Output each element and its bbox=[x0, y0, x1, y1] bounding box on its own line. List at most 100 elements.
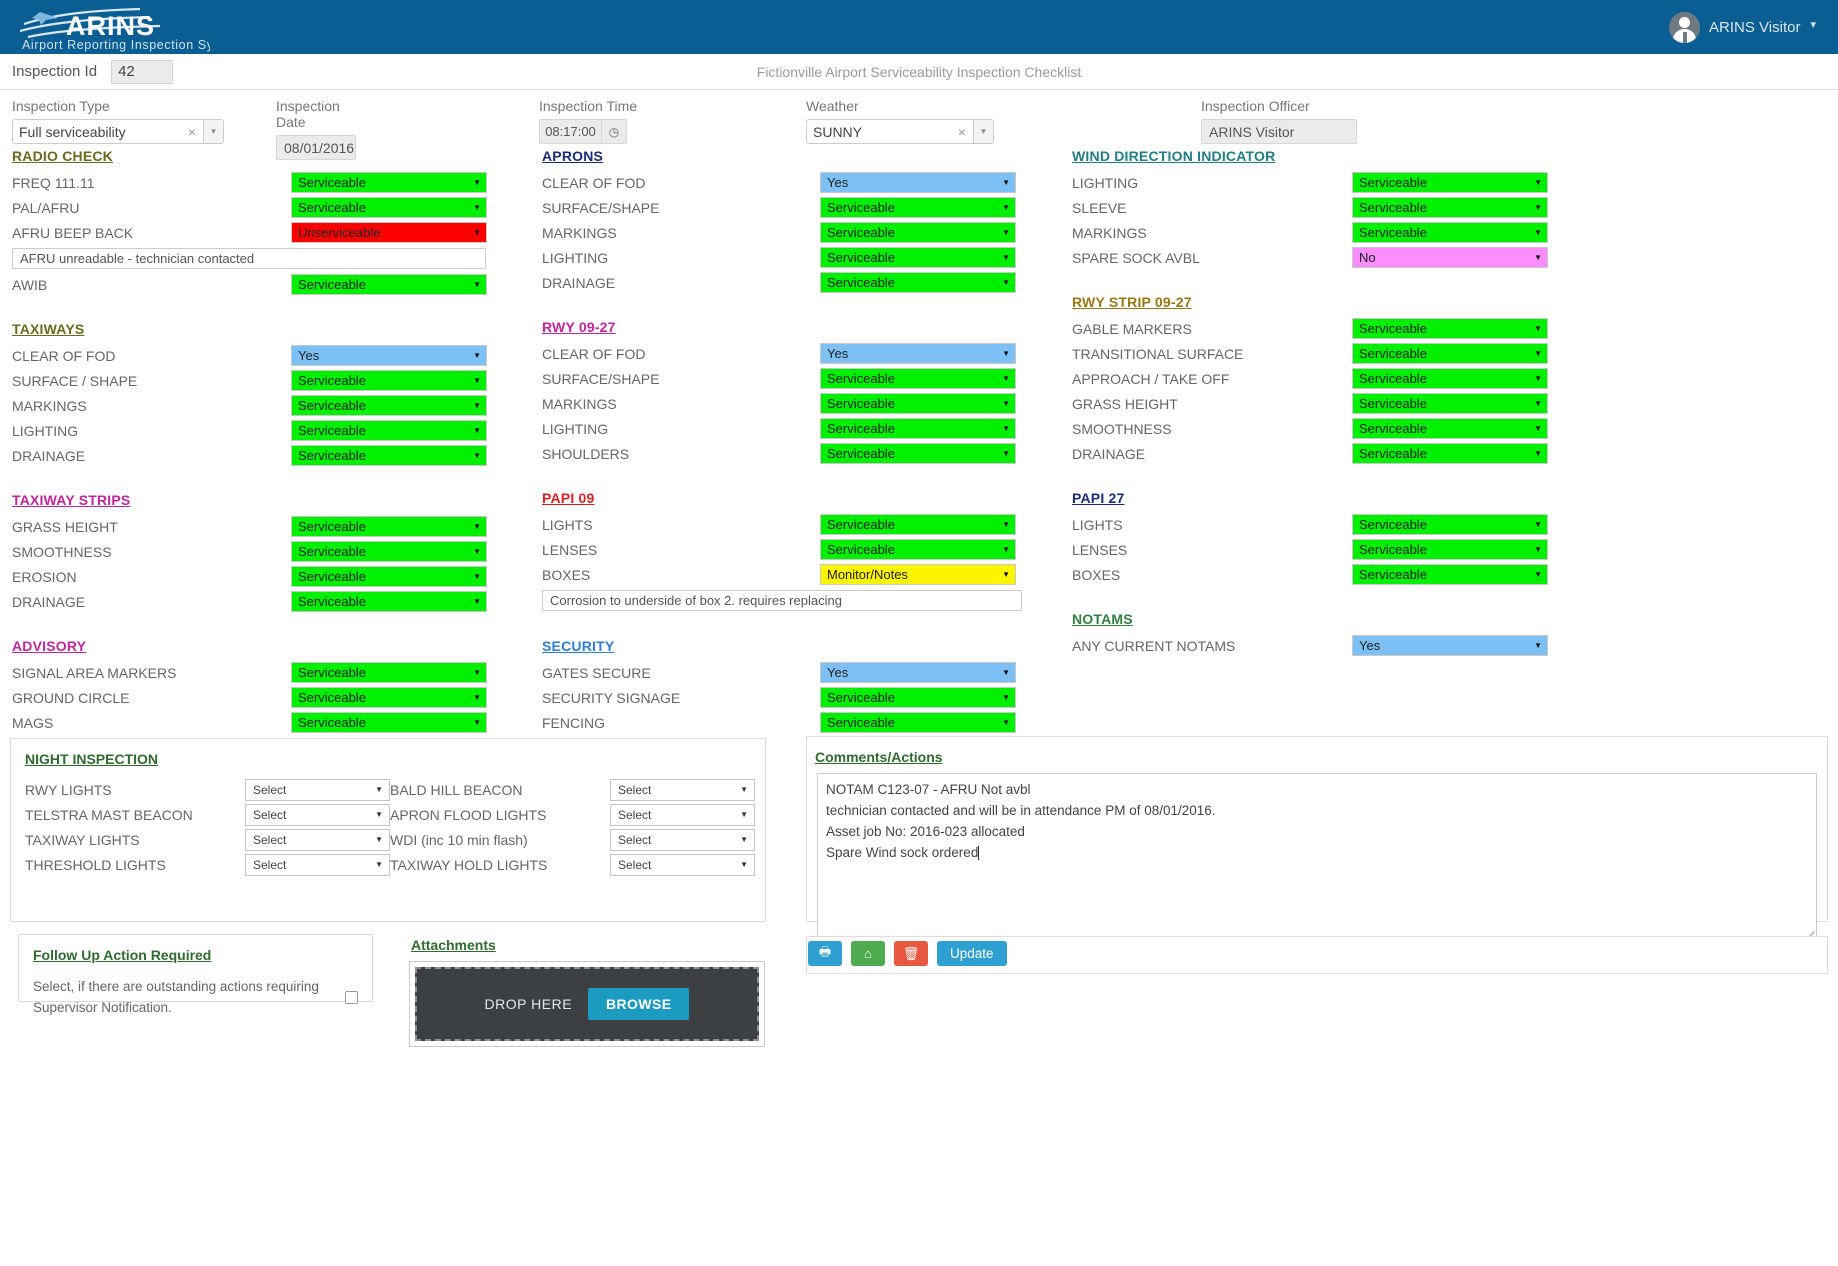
status-select[interactable]: Yes▼ bbox=[820, 662, 1016, 683]
chevron-down-icon[interactable]: ▼ bbox=[1002, 545, 1010, 554]
chevron-down-icon[interactable]: ▼ bbox=[473, 203, 481, 212]
chevron-down-icon[interactable]: ▼ bbox=[1534, 520, 1542, 529]
status-select[interactable]: Serviceable▼ bbox=[820, 222, 1016, 243]
status-select[interactable]: Serviceable▼ bbox=[291, 445, 487, 466]
status-select[interactable]: Unserviceable▼ bbox=[291, 222, 487, 243]
status-select[interactable]: Serviceable▼ bbox=[820, 368, 1016, 389]
night-inspection-select[interactable]: Select▼ bbox=[610, 804, 755, 826]
status-select[interactable]: Serviceable▼ bbox=[1352, 318, 1548, 339]
chevron-down-icon[interactable]: ▼ bbox=[473, 228, 481, 237]
clear-icon[interactable]: × bbox=[181, 124, 203, 140]
status-select[interactable]: Serviceable▼ bbox=[291, 591, 487, 612]
chevron-down-icon[interactable]: ▼ bbox=[1002, 399, 1010, 408]
follow-up-checkbox[interactable] bbox=[345, 991, 358, 1004]
status-select[interactable]: Serviceable▼ bbox=[1352, 393, 1548, 414]
section-note-input[interactable]: Corrosion to underside of box 2. require… bbox=[542, 590, 1022, 611]
status-select[interactable]: Serviceable▼ bbox=[291, 516, 487, 537]
status-select[interactable]: Serviceable▼ bbox=[291, 687, 487, 708]
delete-button[interactable]: 🗑 bbox=[894, 941, 928, 966]
night-inspection-select[interactable]: Select▼ bbox=[245, 829, 390, 851]
chevron-down-icon[interactable]: ▼ bbox=[1002, 520, 1010, 529]
chevron-down-icon[interactable]: ▼ bbox=[1534, 449, 1542, 458]
chevron-down-icon[interactable]: ▼ bbox=[1002, 668, 1010, 677]
chevron-down-icon[interactable]: ▼ bbox=[473, 597, 481, 606]
night-inspection-select[interactable]: Select▼ bbox=[245, 779, 390, 801]
status-select[interactable]: Yes▼ bbox=[1352, 635, 1548, 656]
comments-textarea[interactable]: NOTAM C123-07 - AFRU Not avbltechnician … bbox=[817, 773, 1817, 945]
chevron-down-icon[interactable]: ▼ bbox=[1002, 253, 1010, 262]
chevron-down-icon[interactable]: ▼ bbox=[1534, 203, 1542, 212]
status-select[interactable]: Serviceable▼ bbox=[820, 514, 1016, 535]
chevron-down-icon[interactable]: ▼ bbox=[473, 401, 481, 410]
user-menu[interactable]: ARINS Visitor ▾ bbox=[1669, 12, 1838, 43]
chevron-down-icon[interactable]: ▼ bbox=[1534, 399, 1542, 408]
clear-icon[interactable]: × bbox=[951, 124, 973, 140]
status-select[interactable]: Serviceable▼ bbox=[820, 418, 1016, 439]
status-select[interactable]: Serviceable▼ bbox=[1352, 514, 1548, 535]
chevron-down-icon[interactable]: ▼ bbox=[473, 280, 481, 289]
chevron-down-icon[interactable]: ▼ bbox=[473, 572, 481, 581]
chevron-down-icon[interactable]: ▼ bbox=[1002, 718, 1010, 727]
chevron-down-icon[interactable]: ▼ bbox=[473, 718, 481, 727]
chevron-down-icon[interactable]: ▾ bbox=[973, 120, 993, 143]
chevron-down-icon[interactable]: ▼ bbox=[375, 835, 383, 844]
status-select[interactable]: Serviceable▼ bbox=[1352, 564, 1548, 585]
status-select[interactable]: Serviceable▼ bbox=[291, 172, 487, 193]
chevron-down-icon[interactable]: ▼ bbox=[740, 785, 748, 794]
status-select[interactable]: Serviceable▼ bbox=[820, 197, 1016, 218]
night-inspection-select[interactable]: Select▼ bbox=[245, 804, 390, 826]
chevron-down-icon[interactable]: ▼ bbox=[1534, 374, 1542, 383]
status-select[interactable]: Serviceable▼ bbox=[291, 274, 487, 295]
chevron-down-icon[interactable]: ▼ bbox=[473, 668, 481, 677]
clock-icon[interactable]: ◷ bbox=[601, 119, 627, 144]
chevron-down-icon[interactable]: ▼ bbox=[1534, 253, 1542, 262]
night-inspection-select[interactable]: Select▼ bbox=[610, 829, 755, 851]
chevron-down-icon[interactable]: ▼ bbox=[1534, 570, 1542, 579]
chevron-down-icon[interactable]: ▼ bbox=[1002, 228, 1010, 237]
chevron-down-icon[interactable]: ▼ bbox=[1534, 349, 1542, 358]
status-select[interactable]: Serviceable▼ bbox=[820, 687, 1016, 708]
night-inspection-select[interactable]: Select▼ bbox=[610, 854, 755, 876]
status-select[interactable]: Monitor/Notes▼ bbox=[820, 564, 1016, 585]
status-select[interactable]: Serviceable▼ bbox=[1352, 418, 1548, 439]
status-select[interactable]: No▼ bbox=[1352, 247, 1548, 268]
chevron-down-icon[interactable]: ▼ bbox=[1002, 349, 1010, 358]
inspection-time-input[interactable]: 08:17:00 bbox=[539, 119, 601, 144]
status-select[interactable]: Serviceable▼ bbox=[820, 539, 1016, 560]
browse-button[interactable]: BROWSE bbox=[588, 988, 689, 1020]
chevron-down-icon[interactable]: ▼ bbox=[740, 835, 748, 844]
update-button[interactable]: Update bbox=[937, 941, 1007, 966]
chevron-down-icon[interactable]: ▼ bbox=[740, 810, 748, 819]
chevron-down-icon[interactable]: ▼ bbox=[375, 810, 383, 819]
status-select[interactable]: Yes▼ bbox=[291, 345, 487, 366]
status-select[interactable]: Serviceable▼ bbox=[291, 541, 487, 562]
status-select[interactable]: Serviceable▼ bbox=[1352, 197, 1548, 218]
status-select[interactable]: Serviceable▼ bbox=[820, 393, 1016, 414]
status-select[interactable]: Serviceable▼ bbox=[820, 712, 1016, 733]
status-select[interactable]: Serviceable▼ bbox=[820, 272, 1016, 293]
app-logo[interactable]: ARINS Airport Reporting Inspection Syste… bbox=[0, 0, 210, 54]
chevron-down-icon[interactable]: ▼ bbox=[1534, 545, 1542, 554]
chevron-down-icon[interactable]: ▼ bbox=[1534, 424, 1542, 433]
chevron-down-icon[interactable]: ▼ bbox=[1002, 424, 1010, 433]
night-inspection-select[interactable]: Select▼ bbox=[610, 779, 755, 801]
status-select[interactable]: Serviceable▼ bbox=[291, 420, 487, 441]
chevron-down-icon[interactable]: ▼ bbox=[1534, 324, 1542, 333]
chevron-down-icon[interactable]: ▼ bbox=[1002, 449, 1010, 458]
night-inspection-select[interactable]: Select▼ bbox=[245, 854, 390, 876]
status-select[interactable]: Yes▼ bbox=[820, 343, 1016, 364]
status-select[interactable]: Serviceable▼ bbox=[291, 566, 487, 587]
chevron-down-icon[interactable]: ▼ bbox=[473, 376, 481, 385]
chevron-down-icon[interactable]: ▼ bbox=[1002, 374, 1010, 383]
inspection-type-select[interactable]: Full serviceability × ▾ bbox=[12, 119, 224, 144]
chevron-down-icon[interactable]: ▼ bbox=[473, 451, 481, 460]
status-select[interactable]: Serviceable▼ bbox=[291, 370, 487, 391]
chevron-down-icon[interactable]: ▼ bbox=[473, 693, 481, 702]
status-select[interactable]: Serviceable▼ bbox=[291, 712, 487, 733]
section-note-input[interactable]: AFRU unreadable - technician contacted bbox=[12, 248, 486, 269]
chevron-down-icon[interactable]: ▼ bbox=[1534, 228, 1542, 237]
status-select[interactable]: Serviceable▼ bbox=[291, 197, 487, 218]
attachment-dropzone[interactable]: DROP HERE BROWSE bbox=[409, 961, 765, 1047]
chevron-down-icon[interactable]: ▾ bbox=[203, 120, 223, 143]
status-select[interactable]: Serviceable▼ bbox=[820, 443, 1016, 464]
